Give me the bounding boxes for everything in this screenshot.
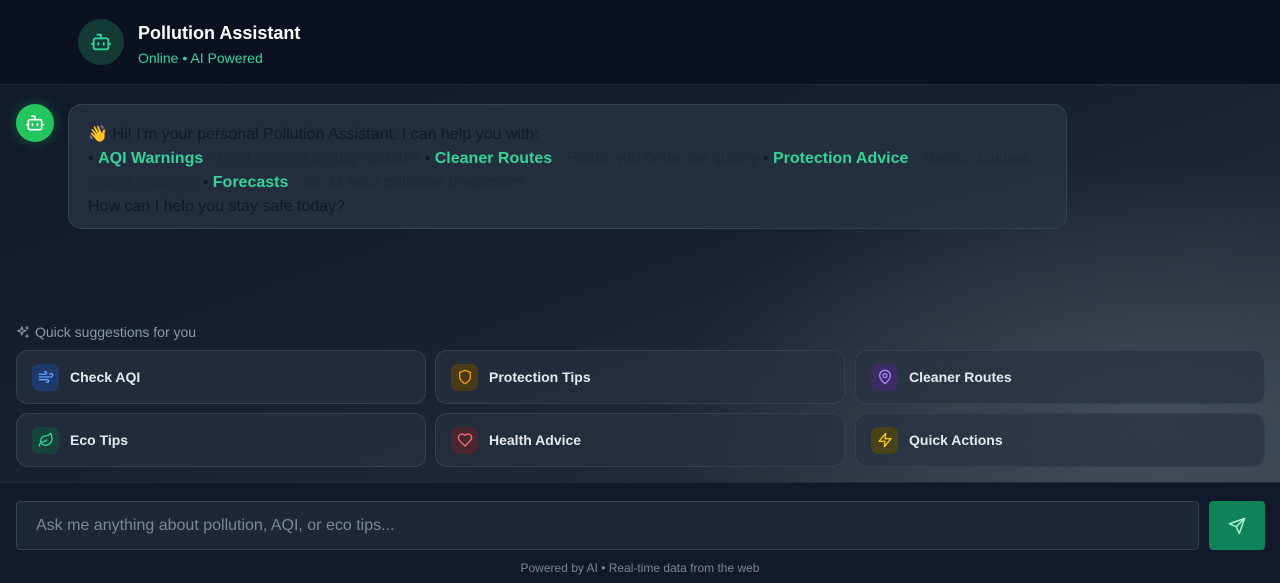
suggestion-protection-tips[interactable]: Protection Tips	[435, 350, 845, 404]
suggestion-check-aqi[interactable]: Check AQI	[16, 350, 426, 404]
message-avatar	[16, 104, 54, 142]
quick-suggestions-text: Quick suggestions for you	[35, 324, 197, 340]
suggestion-icon-box	[451, 426, 478, 454]
suggestion-icon-box	[451, 363, 478, 391]
send-icon	[1228, 517, 1246, 534]
bullet: •	[762, 150, 769, 167]
chat-input[interactable]	[16, 501, 1199, 550]
suggestion-cleaner-routes[interactable]: Cleaner Routes	[855, 350, 1265, 404]
suggestion-icon-box	[32, 363, 59, 391]
feature-title-cleaner-routes: Cleaner Routes	[434, 150, 553, 167]
suggestion-health-advice[interactable]: Health Advice	[435, 413, 845, 467]
suggestion-label: Protection Tips	[489, 369, 591, 385]
suggestion-label: Health Advice	[489, 432, 582, 448]
assistant-message: 👋 Hi! I'm your personal Pollution Assist…	[68, 104, 1067, 229]
message-greeting: 👋 Hi! I'm your personal Pollution Assist…	[88, 126, 539, 143]
feature-desc-aqi-warnings: - Real-time air quality updates	[203, 150, 425, 167]
suggestion-icon-box	[32, 426, 59, 454]
bot-icon	[90, 33, 112, 51]
bot-icon	[25, 115, 45, 131]
bullet: •	[202, 174, 209, 191]
suggestion-label: Quick Actions	[909, 432, 1003, 448]
wind-icon	[38, 371, 53, 383]
assistant-avatar	[78, 19, 124, 65]
suggestion-quick-actions[interactable]: Quick Actions	[855, 413, 1265, 467]
feature-title-forecasts: Forecasts	[212, 174, 289, 191]
leaf-icon	[38, 432, 53, 447]
feature-desc-forecasts: - 12-24 hour pollution predictions	[288, 174, 526, 191]
suggestion-label: Check AQI	[70, 369, 141, 385]
assistant-status: Online • AI Powered	[138, 50, 263, 66]
powered-by-text: Powered by AI • Real-time data from the …	[520, 561, 760, 575]
shield-icon	[458, 369, 471, 385]
feature-desc-cleaner-routes: - Paths with better air quality	[552, 150, 763, 167]
heart-icon	[457, 433, 472, 447]
bullet: •	[424, 150, 431, 167]
suggestion-label: Eco Tips	[70, 432, 129, 448]
feature-title-protection-advice: Protection Advice	[772, 150, 909, 167]
assistant-name: Pollution Assistant	[138, 23, 301, 43]
feature-title-aqi-warnings: AQI Warnings	[98, 150, 204, 167]
suggestion-icon-box	[871, 363, 898, 391]
message-closing: How can I help you stay safe today?	[88, 198, 346, 215]
map-pin-icon	[878, 369, 891, 385]
send-button[interactable]	[1209, 501, 1265, 550]
sparkles-icon	[17, 326, 29, 338]
suggestion-icon-box	[871, 426, 898, 454]
quick-suggestions-label: Quick suggestions for you	[16, 324, 196, 340]
chat-header: Pollution Assistant Online • AI Powered	[0, 0, 1280, 85]
suggestion-label: Cleaner Routes	[909, 369, 1012, 385]
zap-icon	[877, 432, 892, 448]
bullet: •	[88, 150, 94, 167]
message-feature-list: • AQI Warnings - Real-time air quality u…	[88, 147, 1047, 195]
suggestion-eco-tips[interactable]: Eco Tips	[16, 413, 426, 467]
